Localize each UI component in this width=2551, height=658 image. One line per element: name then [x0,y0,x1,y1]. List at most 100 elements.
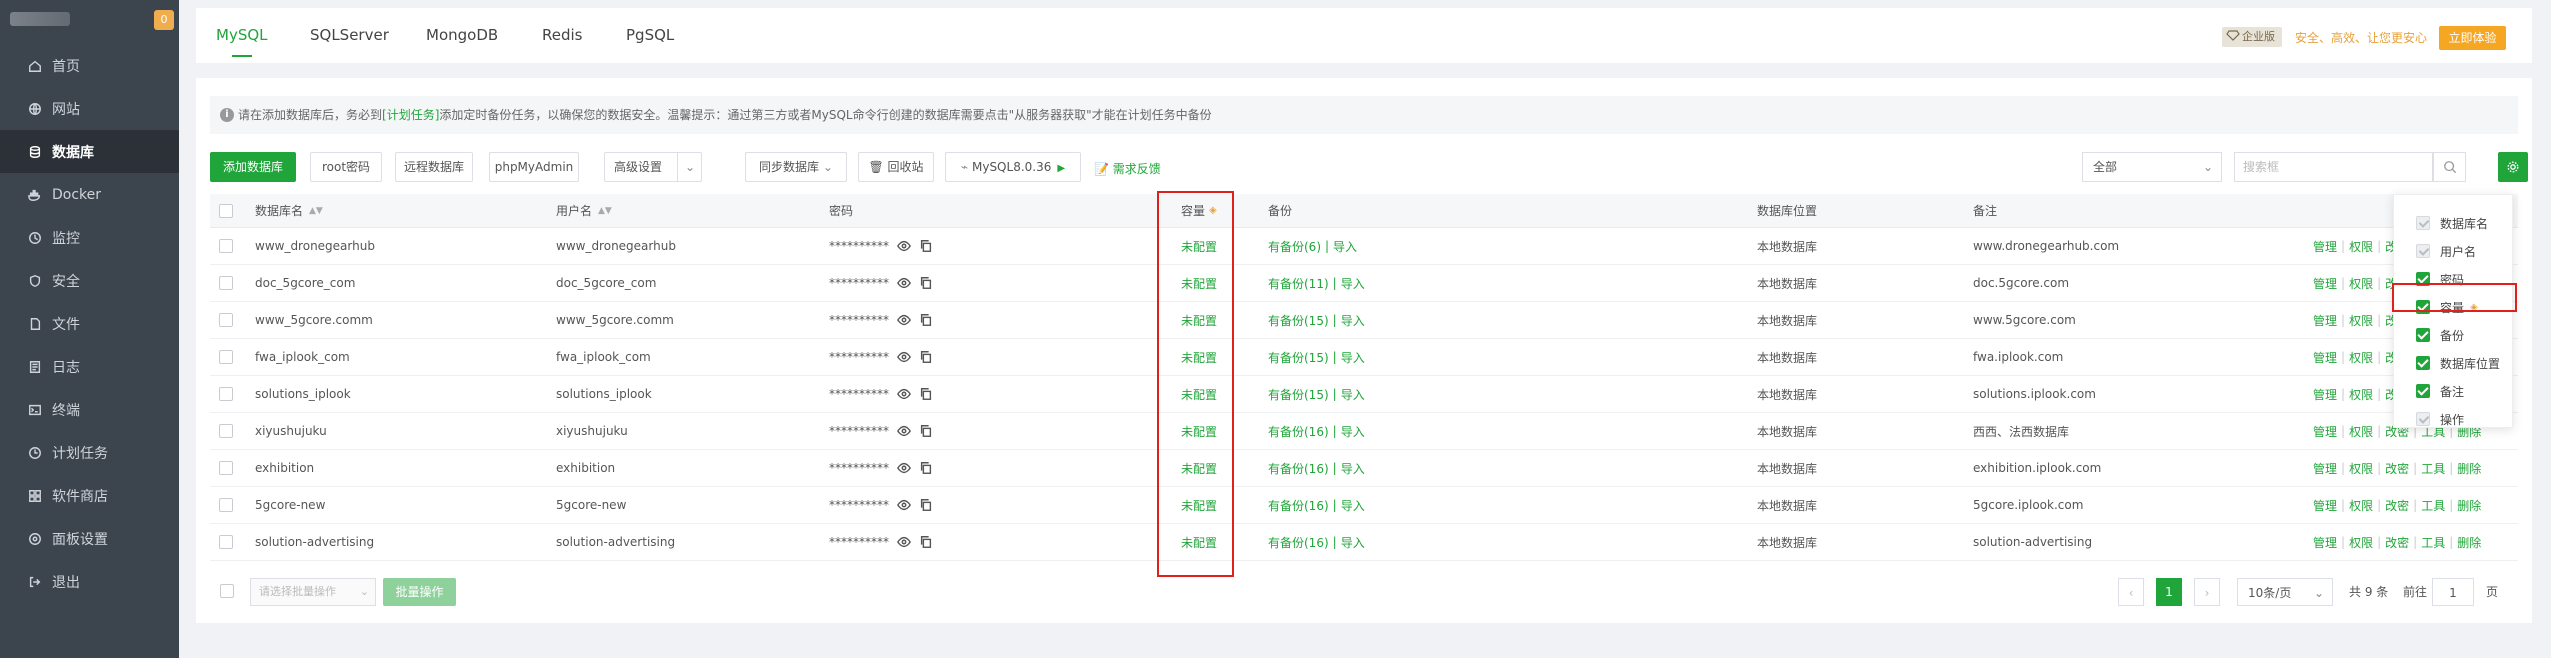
sidebar-item-1[interactable]: 网站 [0,87,179,130]
next-page-button[interactable]: › [2194,578,2220,606]
backup-link[interactable]: 有备份(16) [1268,534,1329,551]
notification-badge[interactable]: 0 [154,10,174,30]
copy-icon[interactable] [919,350,933,364]
manage-link[interactable]: 管理 [2313,423,2337,440]
sidebar-item-0[interactable]: 首页 [0,44,179,87]
filter-select[interactable]: 全部 ⌄ [2082,152,2222,182]
prev-page-button[interactable]: ‹ [2118,578,2144,606]
header-username[interactable]: 用户名 ▲▼ [556,194,612,227]
row-checkbox[interactable] [219,239,233,253]
manage-link[interactable]: 管理 [2313,386,2337,403]
copy-icon[interactable] [919,461,933,475]
db-remark[interactable]: 5gcore.iplook.com [1973,487,2083,523]
mysql-version-button[interactable]: ⌁ MySQL8.0.36 ▶ [945,152,1081,182]
eye-icon[interactable] [897,498,911,512]
delete-link[interactable]: 删除 [2457,534,2481,551]
db-remark[interactable]: doc.5gcore.com [1973,265,2069,301]
page-1-button[interactable]: 1 [2156,578,2182,606]
row-checkbox[interactable] [219,461,233,475]
manage-link[interactable]: 管理 [2313,275,2337,292]
eye-icon[interactable] [897,424,911,438]
search-input[interactable]: 搜索框 [2234,152,2434,182]
search-button[interactable] [2432,152,2466,182]
tools-link[interactable]: 工具 [2421,460,2445,477]
eye-icon[interactable] [897,461,911,475]
eye-icon[interactable] [897,350,911,364]
manage-link[interactable]: 管理 [2313,534,2337,551]
sidebar-item-3[interactable]: Docker [0,173,179,216]
sidebar-item-12[interactable]: 退出 [0,560,179,603]
backup-link[interactable]: 有备份(6) [1268,238,1321,255]
db-remark[interactable]: exhibition.iplook.com [1973,450,2101,486]
backup-link[interactable]: 有备份(16) [1268,497,1329,514]
eye-icon[interactable] [897,535,911,549]
db-remark[interactable]: solutions.iplook.com [1973,376,2096,412]
row-checkbox[interactable] [219,424,233,438]
permission-link[interactable]: 权限 [2349,497,2373,514]
column-toggle-5[interactable]: 数据库位置 [2394,349,2514,377]
backup-link[interactable]: 有备份(11) [1268,275,1329,292]
column-settings-button[interactable] [2498,152,2528,182]
import-link[interactable]: 导入 [1341,534,1365,551]
tab-mysql[interactable]: MySQL [216,8,268,63]
feedback-link[interactable]: 📝 需求反馈 [1094,160,1161,177]
row-checkbox[interactable] [219,350,233,364]
batch-select-checkbox[interactable] [220,584,234,598]
change-password-link[interactable]: 改密 [2385,497,2409,514]
backup-link[interactable]: 有备份(16) [1268,423,1329,440]
copy-icon[interactable] [919,239,933,253]
sidebar-item-6[interactable]: 文件 [0,302,179,345]
permission-link[interactable]: 权限 [2349,275,2373,292]
manage-link[interactable]: 管理 [2313,349,2337,366]
import-link[interactable]: 导入 [1341,312,1365,329]
checkbox[interactable] [2416,328,2430,342]
tools-link[interactable]: 工具 [2421,534,2445,551]
sidebar-item-4[interactable]: 监控 [0,216,179,259]
column-toggle-4[interactable]: 备份 [2394,321,2514,349]
eye-icon[interactable] [897,276,911,290]
permission-link[interactable]: 权限 [2349,238,2373,255]
tab-pgsql[interactable]: PgSQL [626,8,674,63]
row-checkbox[interactable] [219,276,233,290]
delete-link[interactable]: 删除 [2457,460,2481,477]
db-remark[interactable]: www.5gcore.com [1973,302,2076,338]
copy-icon[interactable] [919,424,933,438]
column-toggle-6[interactable]: 备注 [2394,377,2514,405]
backup-link[interactable]: 有备份(15) [1268,349,1329,366]
batch-operation-select[interactable]: 请选择批量操作 ⌄ [250,578,376,606]
backup-link[interactable]: 有备份(16) [1268,460,1329,477]
tab-sqlserver[interactable]: SQLServer [310,8,389,63]
advanced-settings-dropdown[interactable]: 高级设置 ⌄ [604,152,702,182]
import-link[interactable]: 导入 [1341,275,1365,292]
page-size-select[interactable]: 10条/页 ⌄ [2237,578,2333,606]
eye-icon[interactable] [897,387,911,401]
sidebar-item-9[interactable]: 计划任务 [0,431,179,474]
sidebar-item-5[interactable]: 安全 [0,259,179,302]
tab-redis[interactable]: Redis [542,8,582,63]
manage-link[interactable]: 管理 [2313,312,2337,329]
goto-page-input[interactable]: 1 [2432,578,2474,606]
import-link[interactable]: 导入 [1341,423,1365,440]
permission-link[interactable]: 权限 [2349,386,2373,403]
eye-icon[interactable] [897,239,911,253]
checkbox[interactable] [2416,384,2430,398]
try-now-button[interactable]: 立即体验 [2439,26,2506,50]
permission-link[interactable]: 权限 [2349,349,2373,366]
sidebar-item-8[interactable]: 终端 [0,388,179,431]
backup-link[interactable]: 有备份(15) [1268,386,1329,403]
phpmyadmin-button[interactable]: phpMyAdmin [489,152,579,182]
import-link[interactable]: 导入 [1341,349,1365,366]
sidebar-item-10[interactable]: 软件商店 [0,474,179,517]
eye-icon[interactable] [897,313,911,327]
db-remark[interactable]: www.dronegearhub.com [1973,228,2119,264]
header-db-name[interactable]: 数据库名 ▲▼ [255,194,323,227]
copy-icon[interactable] [919,387,933,401]
sidebar-item-2[interactable]: 数据库 [0,130,179,173]
permission-link[interactable]: 权限 [2349,534,2373,551]
db-remark[interactable]: 西西、法西数据库 [1973,413,2069,449]
db-remark[interactable]: solution-advertising [1973,524,2092,560]
permission-link[interactable]: 权限 [2349,460,2373,477]
change-password-link[interactable]: 改密 [2385,460,2409,477]
permission-link[interactable]: 权限 [2349,423,2373,440]
sidebar-item-11[interactable]: 面板设置 [0,517,179,560]
